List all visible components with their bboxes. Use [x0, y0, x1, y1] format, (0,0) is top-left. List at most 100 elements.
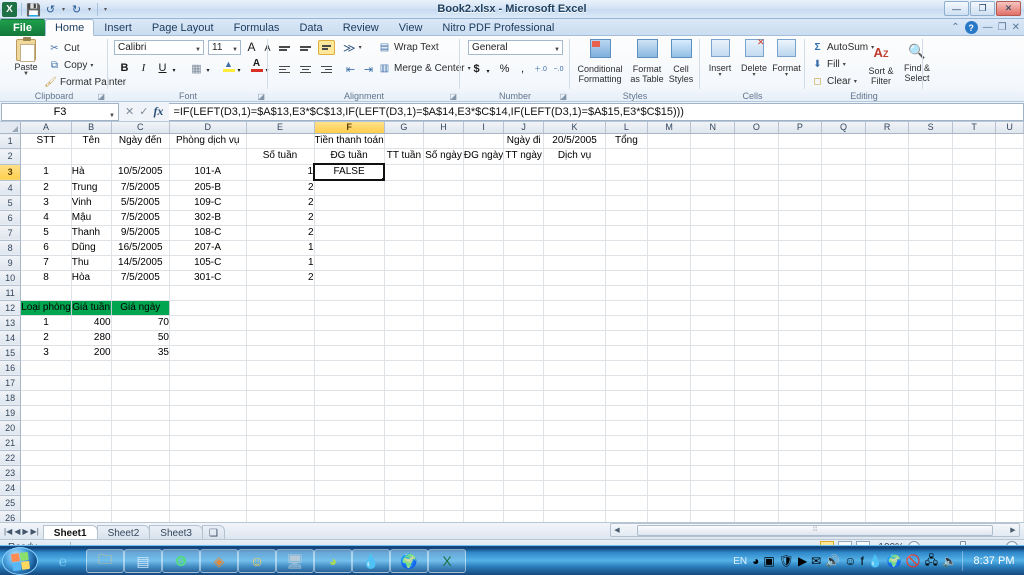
cell-L23[interactable] — [605, 465, 648, 481]
cell-P13[interactable] — [778, 315, 823, 331]
cell-Q15[interactable] — [821, 345, 866, 361]
cell-I14[interactable] — [463, 330, 505, 346]
cell-R6[interactable] — [865, 210, 910, 226]
cell-E1[interactable] — [246, 133, 315, 149]
cell-E16[interactable] — [246, 360, 315, 376]
cell-P11[interactable] — [778, 285, 823, 301]
cell-G25[interactable] — [384, 495, 425, 511]
cell-N16[interactable] — [690, 360, 736, 376]
cell-H20[interactable] — [423, 420, 464, 436]
cell-O24[interactable] — [734, 480, 779, 496]
cell-K11[interactable] — [543, 285, 606, 301]
redo-dropdown-icon[interactable]: ▾ — [86, 6, 93, 13]
tray-icon-3[interactable]: ▶ — [798, 554, 807, 568]
clipboard-dialog-launcher[interactable]: ◪ — [97, 92, 105, 101]
formula-input[interactable]: =IF(LEFT(D3,1)=$A$13,E3*$C$13,IF(LEFT(D3… — [169, 102, 1024, 121]
cell-J4[interactable] — [503, 180, 545, 196]
cell-T24[interactable] — [952, 480, 997, 496]
row-header-3[interactable]: 3 — [0, 164, 22, 181]
cell-U17[interactable] — [995, 375, 1024, 391]
cell-F19[interactable] — [314, 405, 385, 421]
first-sheet-icon[interactable]: |◀ — [4, 527, 12, 536]
cell-T15[interactable] — [952, 345, 997, 361]
column-header-D[interactable]: D — [169, 122, 247, 134]
column-header-K[interactable]: K — [543, 122, 606, 134]
cell-P2[interactable] — [778, 148, 823, 165]
font-name-dropdown-icon[interactable]: ▼ — [195, 44, 201, 57]
cell-L15[interactable] — [605, 345, 648, 361]
cell-B14[interactable]: 280 — [71, 330, 112, 346]
cell-F25[interactable] — [314, 495, 385, 511]
cell-T16[interactable] — [952, 360, 997, 376]
cell-K7[interactable] — [543, 225, 606, 241]
cell-P5[interactable] — [778, 195, 823, 211]
cell-S5[interactable] — [908, 195, 953, 211]
taskbar-app-monitor-icon[interactable]: 🖥 — [276, 549, 314, 573]
column-header-R[interactable]: R — [865, 122, 910, 134]
cell-E12[interactable] — [246, 300, 315, 316]
cell-A26[interactable] — [20, 510, 72, 522]
cell-U11[interactable] — [995, 285, 1024, 301]
cell-B24[interactable] — [71, 480, 112, 496]
cell-J10[interactable] — [503, 270, 545, 286]
cell-F9[interactable] — [314, 255, 385, 271]
cell-D3[interactable]: 101-A — [169, 164, 247, 181]
tab-insert[interactable]: Insert — [94, 19, 142, 36]
cell-O26[interactable] — [734, 510, 779, 522]
cell-N15[interactable] — [690, 345, 736, 361]
bold-icon[interactable]: B — [116, 60, 133, 76]
taskbar-messenger-icon[interactable]: ☺ — [238, 549, 276, 573]
cell-O21[interactable] — [734, 435, 779, 451]
cell-S11[interactable] — [908, 285, 953, 301]
enter-formula-icon[interactable]: ✓ — [139, 105, 148, 118]
column-header-I[interactable]: I — [463, 122, 505, 134]
cell-S1[interactable] — [908, 133, 953, 149]
comma-style-icon[interactable]: , — [514, 61, 531, 77]
tray-icon-1[interactable]: ▣ — [763, 554, 774, 568]
cell-J26[interactable] — [503, 510, 545, 522]
tab-view[interactable]: View — [389, 19, 433, 36]
cell-S17[interactable] — [908, 375, 953, 391]
tab-home[interactable]: Home — [44, 19, 95, 36]
cell-T2[interactable] — [952, 148, 997, 165]
row-header-26[interactable]: 26 — [0, 510, 22, 522]
cell-K25[interactable] — [543, 495, 606, 511]
row-header-2[interactable]: 2 — [0, 148, 22, 165]
cell-C16[interactable] — [111, 360, 171, 376]
cell-H26[interactable] — [423, 510, 464, 522]
cell-G13[interactable] — [384, 315, 425, 331]
cell-J19[interactable] — [503, 405, 545, 421]
cell-I15[interactable] — [463, 345, 505, 361]
paste-dropdown-icon[interactable]: ▼ — [23, 71, 29, 77]
cell-H11[interactable] — [423, 285, 464, 301]
cell-T3[interactable] — [952, 164, 997, 181]
cell-P15[interactable] — [778, 345, 823, 361]
cell-K6[interactable] — [543, 210, 606, 226]
cell-D17[interactable] — [169, 375, 247, 391]
cell-C21[interactable] — [111, 435, 171, 451]
merge-center-button[interactable]: ▥ Merge & Center ▾ — [378, 61, 471, 76]
cell-D16[interactable] — [169, 360, 247, 376]
cell-A16[interactable] — [20, 360, 72, 376]
row-header-23[interactable]: 23 — [0, 465, 22, 481]
column-header-E[interactable]: E — [246, 122, 315, 134]
conditional-formatting-button[interactable]: Conditional Formatting — [572, 39, 628, 84]
row-header-8[interactable]: 8 — [0, 240, 22, 256]
cell-U24[interactable] — [995, 480, 1024, 496]
language-indicator[interactable]: EN — [733, 556, 747, 567]
cell-F24[interactable] — [314, 480, 385, 496]
cell-U18[interactable] — [995, 390, 1024, 406]
cell-H15[interactable] — [423, 345, 464, 361]
insert-cells-button[interactable]: Insert ▾ — [704, 39, 736, 78]
cell-T17[interactable] — [952, 375, 997, 391]
cell-O9[interactable] — [734, 255, 779, 271]
cell-H23[interactable] — [423, 465, 464, 481]
font-name-combo[interactable]: Calibri ▼ — [114, 40, 204, 55]
cell-I11[interactable] — [463, 285, 505, 301]
cell-F23[interactable] — [314, 465, 385, 481]
italic-icon[interactable]: I — [135, 60, 152, 76]
row-header-16[interactable]: 16 — [0, 360, 22, 376]
cell-J18[interactable] — [503, 390, 545, 406]
cell-U19[interactable] — [995, 405, 1024, 421]
cell-Q26[interactable] — [821, 510, 866, 522]
